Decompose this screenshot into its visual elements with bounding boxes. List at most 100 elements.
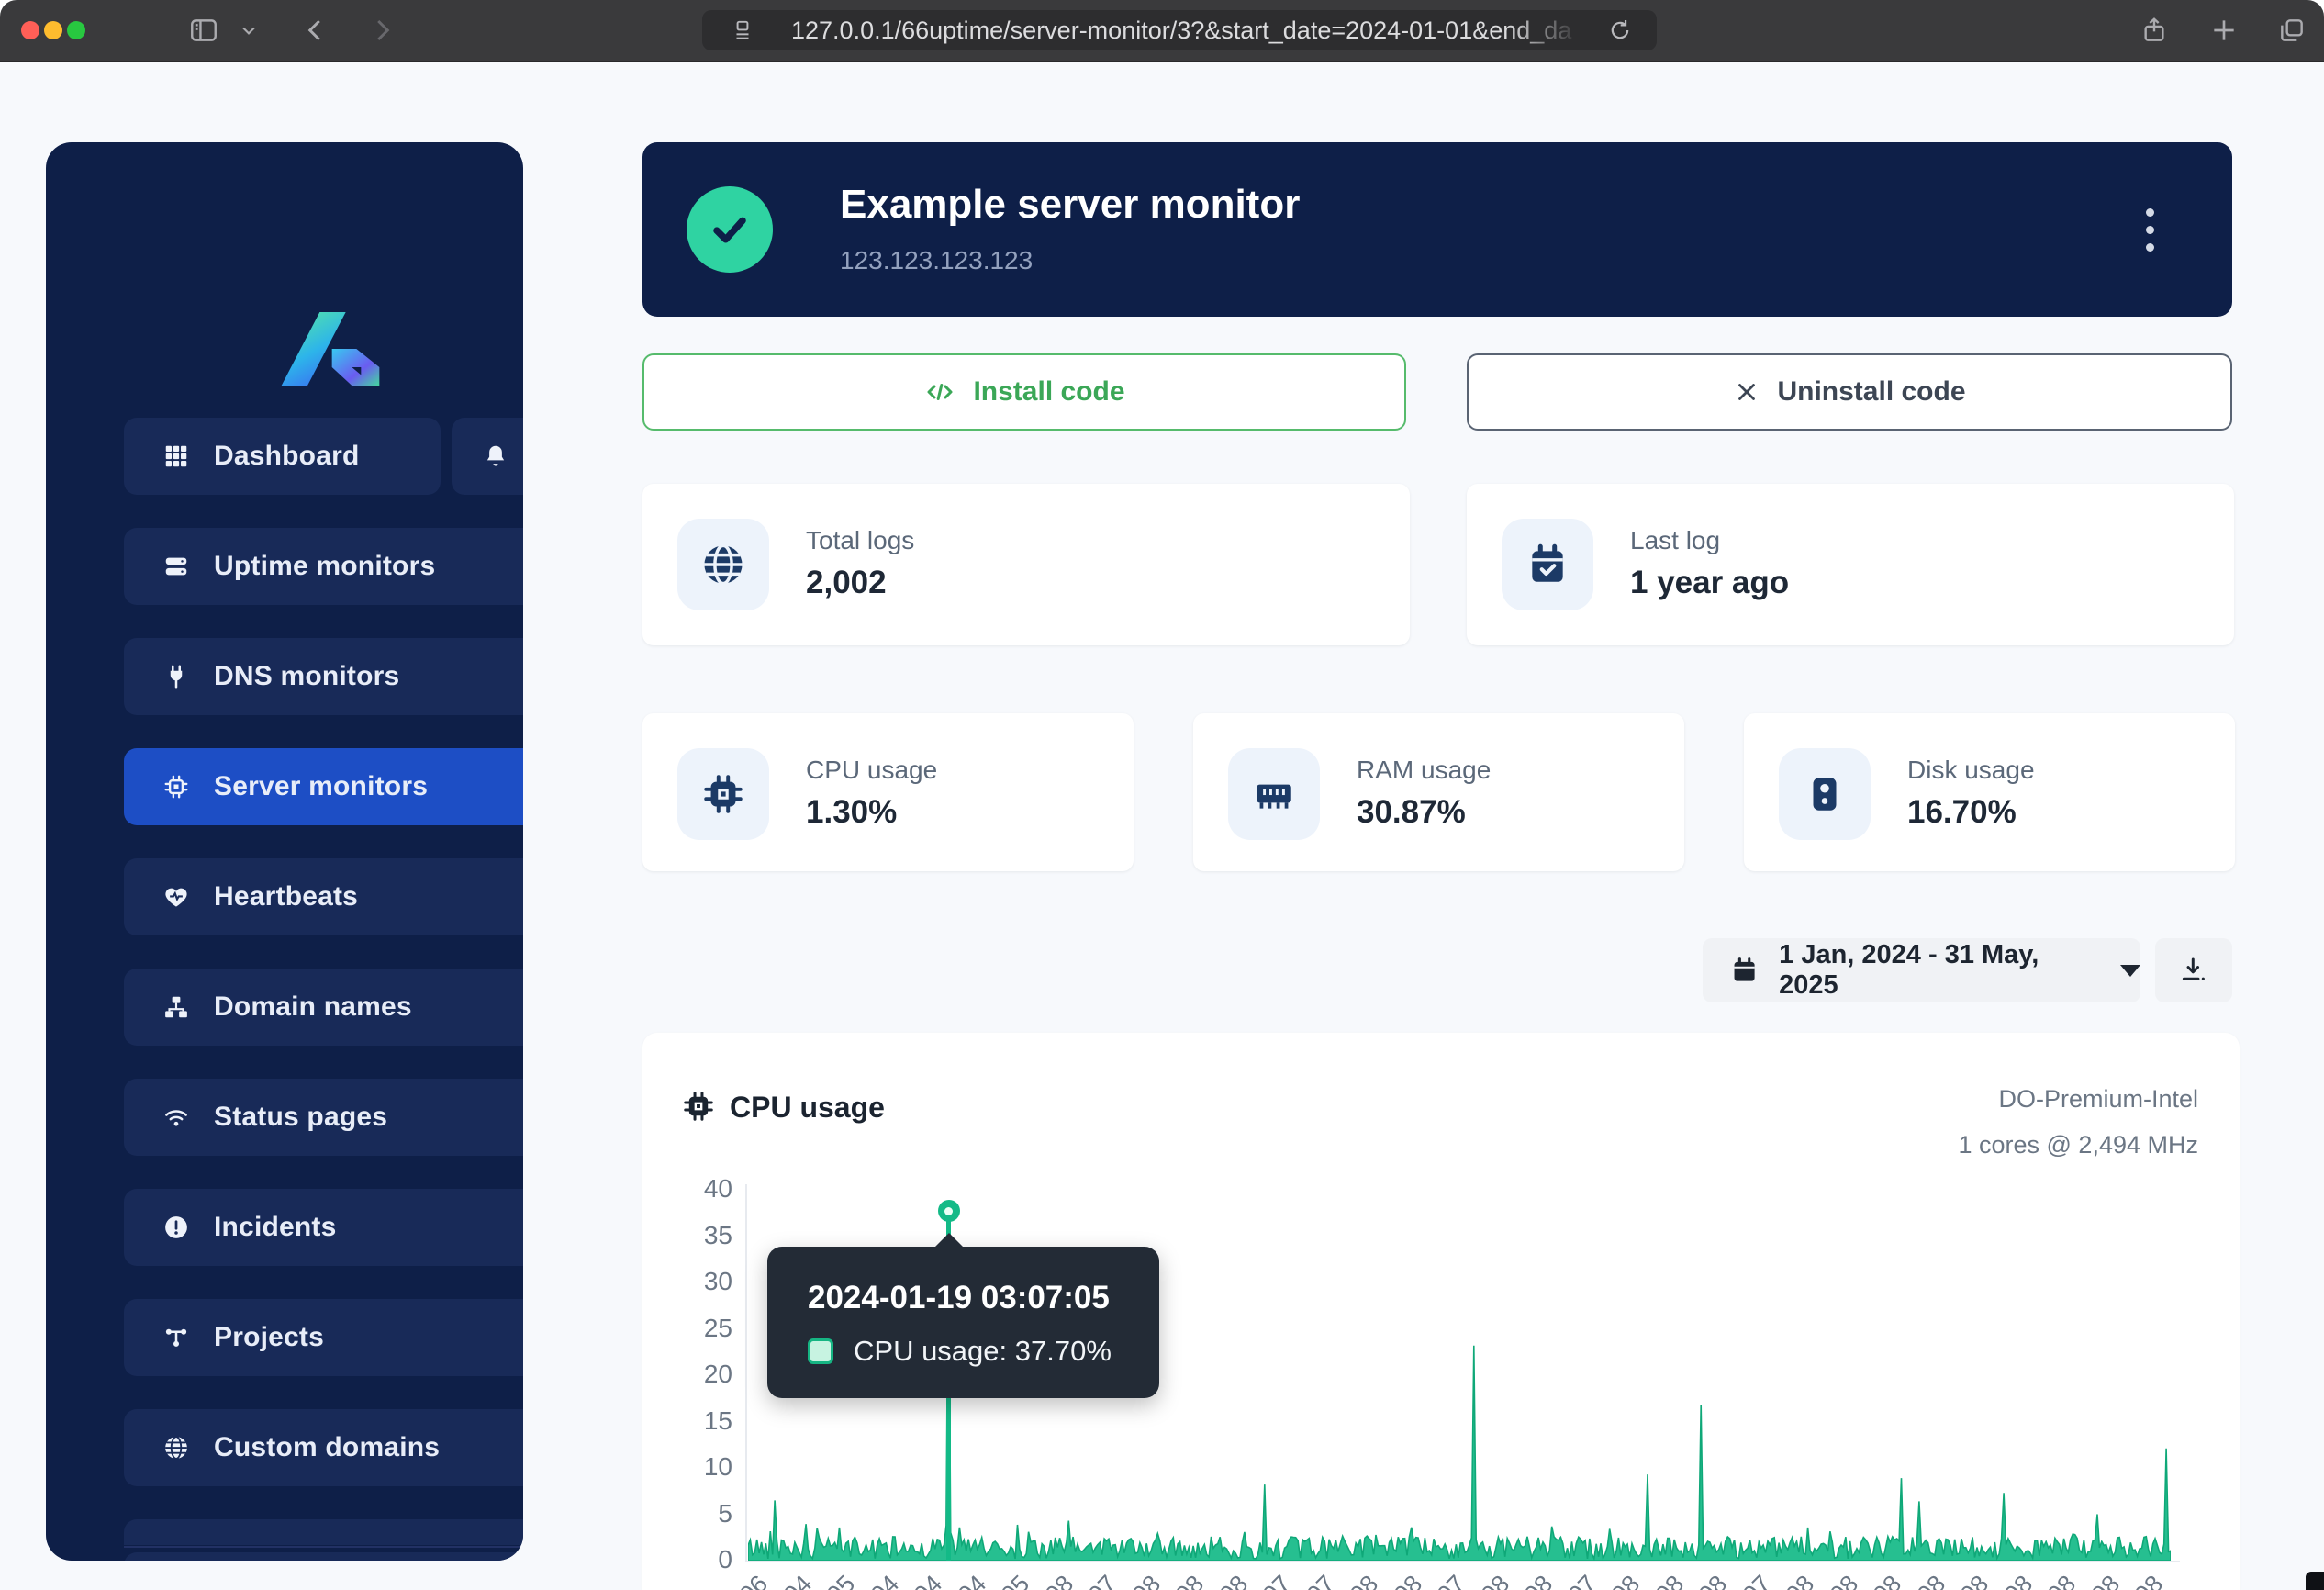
share-icon[interactable]	[2131, 9, 2177, 51]
chart-y-axis	[745, 1184, 747, 1562]
monitor-ip: 123.123.123.123	[840, 246, 1033, 275]
uninstall-code-label: Uninstall code	[1777, 376, 1965, 408]
cpu-chip-icon	[162, 773, 190, 801]
user-profile[interactable]: Example sample@example.com	[124, 1552, 523, 1561]
date-range-label: 1 Jan, 2024 - 31 May, 2025	[1779, 940, 2078, 1001]
sidebar-item-dashboard[interactable]: Dashboard	[124, 418, 441, 495]
server-cores-label: 1 cores @ 2,494 MHz	[1739, 1131, 2198, 1159]
stat-label: RAM usage	[1357, 756, 1491, 785]
sidebar-item-label: Uptime monitors	[214, 551, 435, 582]
stat-card-ram-usage: RAM usage 30.87%	[1193, 713, 1684, 871]
globe-icon	[162, 1434, 190, 1461]
tab-overview-icon[interactable]	[2269, 9, 2315, 51]
sidebar-item-heartbeats[interactable]: Heartbeats	[124, 858, 523, 935]
sidebar: Dashboard Uptime monitors DNS monitors S…	[46, 142, 523, 1561]
y-axis-tick: 15	[633, 1406, 732, 1436]
address-bar[interactable]: 127.0.0.1/66uptime/server-monitor/3?&sta…	[702, 10, 1657, 50]
tooltip-arrow	[934, 1233, 964, 1248]
date-range-picker[interactable]: 1 Jan, 2024 - 31 May, 2025	[1703, 938, 2140, 1002]
stat-value: 1 year ago	[1630, 565, 1789, 601]
calendar-check-icon	[1502, 519, 1593, 610]
sidebar-item-domain-names[interactable]: Domain names	[124, 969, 523, 1046]
stat-label: Disk usage	[1907, 756, 2035, 785]
sidebar-item-label: Incidents	[214, 1212, 337, 1243]
page-title: Example server monitor	[840, 182, 1300, 228]
sidebar-item-dns-monitors[interactable]: DNS monitors	[124, 638, 523, 715]
sidebar-item-server-monitors[interactable]: Server monitors	[124, 748, 523, 825]
alert-circle-icon	[162, 1214, 190, 1241]
y-axis-tick: 20	[633, 1360, 732, 1389]
calendar-icon	[1730, 955, 1759, 986]
app-logo	[275, 298, 385, 390]
hard-drive-icon	[1779, 748, 1871, 840]
download-button[interactable]	[2155, 938, 2232, 1002]
stat-card-last-log: Last log 1 year ago	[1467, 484, 2234, 645]
sidebar-item-partial[interactable]	[124, 1519, 523, 1545]
back-button[interactable]	[296, 9, 336, 51]
sitemap-icon	[162, 993, 190, 1021]
chevron-down-icon[interactable]	[233, 9, 264, 51]
stat-value: 2,002	[806, 565, 887, 601]
install-code-label: Install code	[973, 376, 1124, 408]
reader-view-icon[interactable]	[715, 10, 770, 50]
sidebar-divider	[124, 1546, 523, 1548]
kebab-menu-icon[interactable]	[2131, 195, 2168, 264]
stat-card-cpu-usage: CPU usage 1.30%	[642, 713, 1134, 871]
forward-button[interactable]	[362, 9, 402, 51]
sidebar-item-uptime-monitors[interactable]: Uptime monitors	[124, 528, 523, 605]
stat-value: 30.87%	[1357, 794, 1466, 831]
share-nodes-icon	[162, 1324, 190, 1351]
sidebar-item-label: DNS monitors	[214, 661, 399, 692]
sidebar-item-projects[interactable]: Projects	[124, 1299, 523, 1376]
close-window-button[interactable]	[21, 21, 39, 39]
tooltip-value: CPU usage: 37.70%	[854, 1335, 1112, 1368]
chart-title: CPU usage	[730, 1091, 885, 1125]
status-up-icon	[687, 186, 773, 273]
highlighted-data-point	[938, 1200, 960, 1222]
url-text: 127.0.0.1/66uptime/server-monitor/3?&sta…	[791, 10, 1581, 50]
y-axis-tick: 25	[633, 1314, 732, 1343]
tooltip-timestamp: 2024-01-19 03:07:05	[808, 1280, 1110, 1316]
uninstall-code-button[interactable]: Uninstall code	[1467, 353, 2232, 431]
plug-icon	[162, 663, 190, 690]
stat-value: 1.30%	[806, 794, 897, 831]
chart-tooltip: 2024-01-19 03:07:05 CPU usage: 37.70%	[767, 1247, 1159, 1398]
sidebar-item-label: Domain names	[214, 991, 412, 1023]
sidebar-item-label: Dashboard	[214, 441, 360, 472]
sidebar-item-label: Projects	[214, 1322, 324, 1353]
stat-label: CPU usage	[806, 756, 937, 785]
wifi-icon	[162, 1103, 190, 1131]
sidebar-item-incidents[interactable]: Incidents	[124, 1189, 523, 1266]
download-icon	[2178, 955, 2209, 986]
grid-icon	[162, 442, 190, 470]
server-stack-icon	[162, 553, 190, 580]
monitor-header-card	[642, 142, 2232, 317]
notifications-button[interactable]	[452, 418, 523, 495]
new-tab-icon[interactable]	[2201, 9, 2247, 51]
browser-window: 127.0.0.1/66uptime/server-monitor/3?&sta…	[0, 0, 2324, 1590]
x-icon	[1733, 378, 1760, 406]
stat-card-total-logs: Total logs 2,002	[642, 484, 1410, 645]
y-axis-tick: 5	[633, 1499, 732, 1528]
zoom-window-button[interactable]	[67, 21, 85, 39]
heart-pulse-icon	[162, 883, 190, 911]
y-axis-tick: 40	[633, 1174, 732, 1204]
sidebar-item-custom-domains[interactable]: Custom domains	[124, 1409, 523, 1486]
minimize-window-button[interactable]	[44, 21, 62, 39]
y-axis-tick: 0	[633, 1545, 732, 1574]
stat-card-disk-usage: Disk usage 16.70%	[1744, 713, 2235, 871]
cpu-chip-icon	[677, 748, 769, 840]
install-code-button[interactable]: Install code	[642, 353, 1406, 431]
sidebar-item-label: Server monitors	[214, 771, 428, 802]
sidebar-toggle-icon[interactable]	[180, 9, 228, 51]
y-axis-tick: 10	[633, 1452, 732, 1482]
url-fade	[1507, 12, 1581, 49]
chart-x-axis	[745, 1561, 2180, 1562]
browser-toolbar: 127.0.0.1/66uptime/server-monitor/3?&sta…	[0, 0, 2324, 62]
sidebar-item-status-pages[interactable]: Status pages	[124, 1079, 523, 1156]
series-swatch	[808, 1338, 833, 1364]
sidebar-item-label: Status pages	[214, 1102, 387, 1133]
reload-icon[interactable]	[1592, 10, 1648, 50]
code-icon	[923, 375, 956, 409]
y-axis-tick: 35	[633, 1221, 732, 1250]
